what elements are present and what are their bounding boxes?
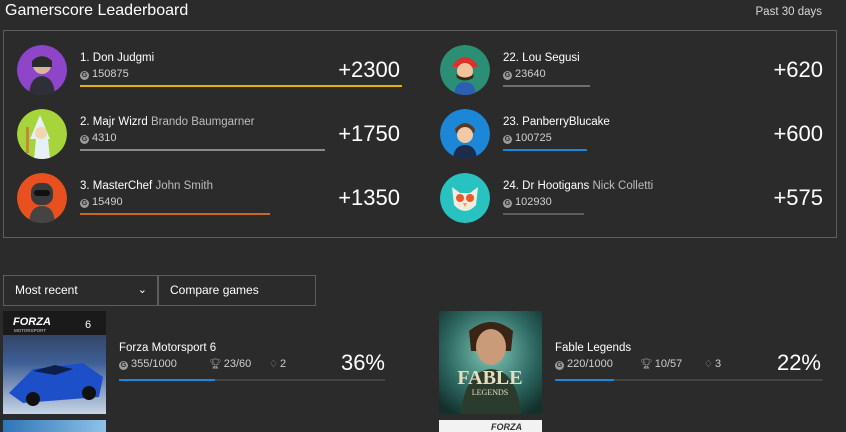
game-tile[interactable]: FABLE LEGENDS Fable Legends G 220/1000 🏆︎ 1… (439, 311, 829, 415)
leaderboard-entry[interactable]: 3. MasterChef John Smith G 15490 +1350 (4, 171, 414, 227)
gamerscore-icon: G (80, 135, 89, 144)
avatar[interactable] (17, 45, 67, 95)
gamerscore-total: G 23640 (503, 68, 546, 80)
avatar[interactable] (440, 45, 490, 95)
game-logo-subtext: LEGENDS (472, 388, 508, 397)
gamertag: 22. Lou Segusi (503, 52, 580, 64)
gem-icon: ♢ (704, 359, 713, 370)
game-logo-subtext: MOTORSPORT (14, 328, 46, 333)
completion-bar (555, 379, 823, 381)
progress-bar (80, 149, 325, 151)
game-logo-text: FORZA (491, 422, 522, 432)
gamerscore-total: G 100725 (503, 132, 552, 144)
game-logo-text: FORZA (13, 316, 51, 328)
gamerscore-delta: +1750 (338, 121, 400, 146)
completion-percent: 36% (340, 350, 385, 375)
gamerscore-delta: +1350 (338, 185, 400, 210)
gamerscore-icon: G (80, 71, 89, 80)
leaderboard-entry[interactable]: 24. Dr Hootigans Nick Colletti G 102930 +… (427, 171, 837, 227)
game-thumbnail[interactable]: FORZA (439, 420, 542, 432)
game-title: Forza Motorsport 6 (119, 342, 217, 354)
leaderboard-entry[interactable]: 1. Don Judgmi G 150875 +2300 (4, 43, 414, 99)
compare-games-button[interactable]: Compare games (158, 275, 316, 306)
game-logo-number: 6 (85, 319, 91, 331)
progress-bar (503, 149, 587, 151)
trophy-icon: 🏆︎ (209, 359, 222, 370)
time-period-label: Past 30 days (755, 6, 822, 18)
game-stats: G 220/1000 🏆︎ 10/57 ♢ 3 (555, 358, 722, 370)
gamerscore-total: G 102930 (503, 196, 552, 208)
avatar[interactable] (440, 173, 490, 223)
gamerscore-icon: G (555, 361, 564, 370)
game-thumbnail[interactable]: FABLE LEGENDS (439, 311, 542, 414)
gamerscore-icon: G (503, 71, 512, 80)
progress-bar (503, 85, 590, 87)
leaderboard-entry[interactable]: 23. PanberryBlucake G 100725 +600 (427, 107, 837, 163)
leaderboard-panel: 1. Don Judgmi G 150875 +2300 2. Majr Wizr… (3, 30, 837, 238)
progress-bar (80, 85, 402, 87)
completion-percent: 22% (776, 350, 821, 375)
gamertag: 3. MasterChef John Smith (80, 180, 213, 192)
gamerscore-icon: G (503, 199, 512, 208)
game-title: Fable Legends (555, 342, 632, 354)
gamertag: 23. PanberryBlucake (503, 116, 610, 128)
sort-dropdown-label: Most recent (15, 283, 78, 297)
compare-games-label: Compare games (170, 283, 259, 297)
avatar[interactable] (440, 109, 490, 159)
sort-dropdown[interactable]: Most recent ⌄ (3, 275, 158, 306)
progress-bar (80, 213, 270, 215)
gamertag: 1. Don Judgmi (80, 52, 155, 64)
gem-icon: ♢ (269, 359, 278, 370)
game-tile[interactable]: FORZA MOTORSPORT 6 Forza Motorsport 6 G3… (3, 311, 393, 415)
game-thumbnail[interactable]: FORZA MOTORSPORT 6 (3, 311, 106, 414)
completion-bar-fill (119, 379, 215, 381)
progress-bar (503, 213, 584, 215)
avatar[interactable] (17, 173, 67, 223)
gamerscore-delta: +620 (773, 57, 823, 82)
leaderboard-entry[interactable]: 22. Lou Segusi G 23640 +620 (427, 43, 837, 99)
game-thumbnail[interactable] (3, 420, 106, 432)
gamerscore-icon: G (119, 361, 128, 370)
gamertag: 2. Majr Wizrd Brando Baumgarner (80, 116, 255, 128)
gamerscore-total: G 4310 (80, 132, 117, 144)
gamerscore-delta: +600 (773, 121, 823, 146)
completion-bar (119, 379, 385, 381)
gamertag: 24. Dr Hootigans Nick Colletti (503, 180, 654, 192)
game-logo-text: FABLE (457, 367, 522, 389)
game-stats: G 355/1000 🏆︎ 23/60 ♢ 2 (119, 358, 287, 370)
gamerscore-icon: G (80, 199, 89, 208)
leaderboard-entry[interactable]: 2. Majr Wizrd Brando Baumgarner G 4310 +1… (4, 107, 414, 163)
page-title: Gamerscore Leaderboard (5, 2, 189, 19)
gamerscore-icon: G (503, 135, 512, 144)
trophy-icon: 🏆︎ (640, 359, 653, 370)
chevron-down-icon: ⌄ (137, 284, 147, 296)
gamerscore-total: G 150875 (80, 68, 129, 80)
gamerscore-delta: +2300 (338, 57, 400, 82)
avatar[interactable] (17, 109, 67, 159)
gamerscore-total: G 15490 (80, 196, 123, 208)
completion-bar-fill (555, 379, 614, 381)
gamerscore-delta: +575 (773, 185, 823, 210)
